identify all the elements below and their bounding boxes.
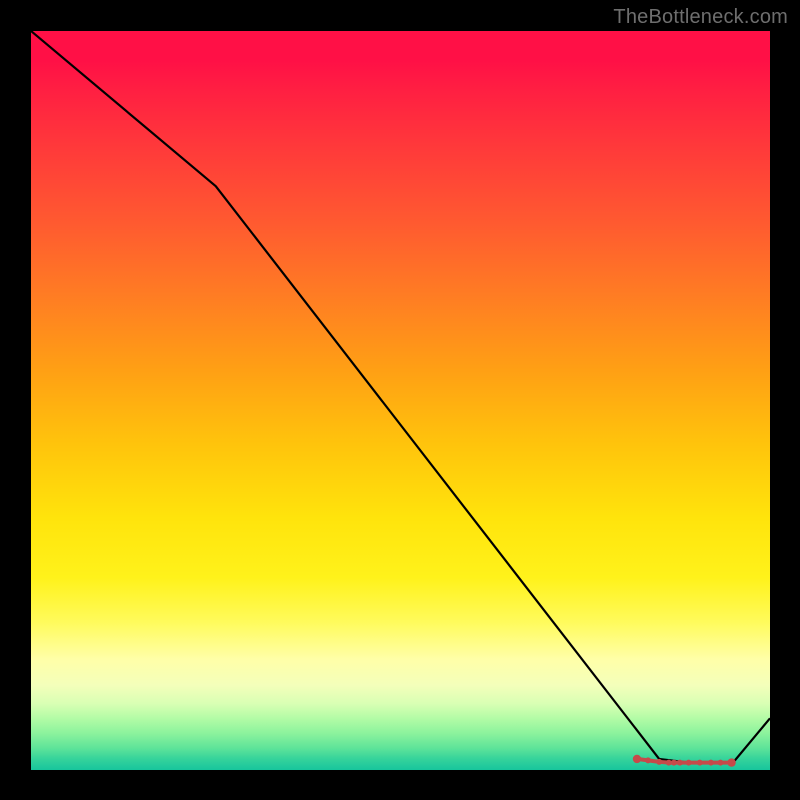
chart-frame: TheBottleneck.com bbox=[0, 0, 800, 800]
dotted-dash bbox=[651, 761, 657, 762]
watermark-text: TheBottleneck.com bbox=[613, 6, 788, 29]
dotted-point bbox=[727, 758, 735, 766]
main-curve bbox=[31, 31, 770, 763]
plot-area bbox=[31, 31, 770, 770]
chart-svg bbox=[31, 31, 770, 770]
dotted-marker-group bbox=[633, 755, 736, 767]
dotted-dash bbox=[640, 759, 646, 760]
